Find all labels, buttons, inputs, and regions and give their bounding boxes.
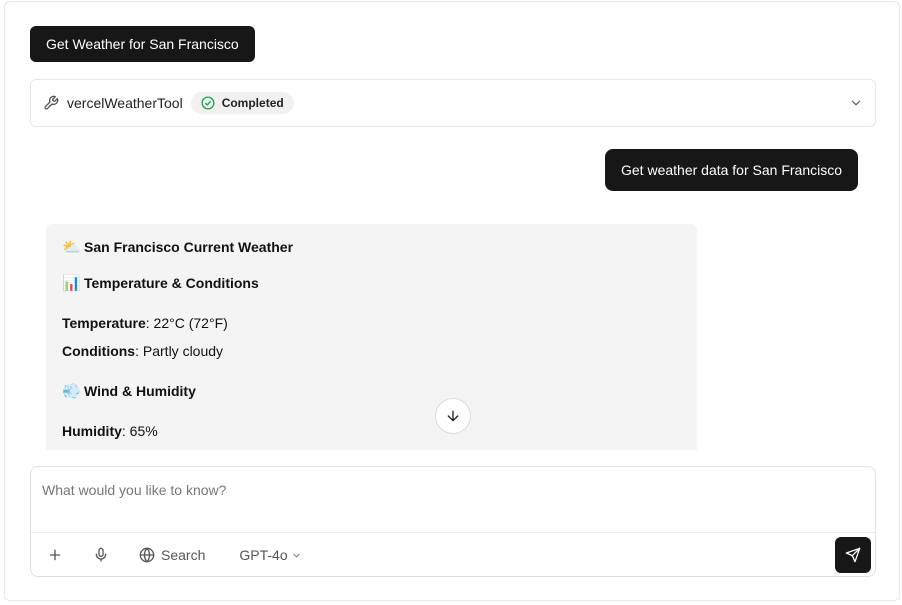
humidity-value: : 65% xyxy=(121,423,158,439)
temperature-row: Temperature: 22°C (72°F) xyxy=(62,314,681,332)
section-wind-heading: 💨 Wind & Humidity xyxy=(62,382,681,400)
section-wind-text: Wind & Humidity xyxy=(84,383,196,399)
chart-emoji: 📊 xyxy=(62,274,81,292)
search-label: Search xyxy=(161,547,206,563)
section-temperature-text: Temperature & Conditions xyxy=(84,275,259,291)
attach-button[interactable] xyxy=(41,539,69,571)
send-icon xyxy=(845,547,861,563)
send-button[interactable] xyxy=(835,537,871,573)
chat-window: Get Weather for San Francisco vercelWeat… xyxy=(4,1,900,601)
assistant-message: ⛅ San Francisco Current Weather 📊 Temper… xyxy=(46,224,697,450)
composer-toolbar: Search GPT-4o xyxy=(31,533,875,576)
status-label: Completed xyxy=(221,96,284,110)
conditions-value: : Partly cloudy xyxy=(135,343,224,359)
search-button[interactable]: Search xyxy=(133,539,211,571)
mic-icon xyxy=(93,547,109,563)
chevron-down-icon xyxy=(291,550,302,561)
globe-icon xyxy=(139,547,155,563)
chevron-down-icon[interactable] xyxy=(849,96,863,110)
temperature-value: : 22°C (72°F) xyxy=(145,315,228,331)
model-select[interactable]: GPT-4o xyxy=(233,539,307,571)
message-composer: Search GPT-4o xyxy=(30,466,876,577)
check-circle-icon xyxy=(201,96,215,110)
scroll-to-bottom-button[interactable] xyxy=(435,398,471,434)
user-message: Get weather data for San Francisco xyxy=(605,149,858,191)
humidity-row: Humidity: 65% xyxy=(62,422,681,440)
model-label: GPT-4o xyxy=(239,547,288,563)
get-weather-button[interactable]: Get Weather for San Francisco xyxy=(30,26,255,62)
humidity-label: Humidity xyxy=(62,423,122,439)
section-temperature-heading: 📊 Temperature & Conditions xyxy=(62,274,681,292)
wind-emoji: 💨 xyxy=(62,382,81,400)
status-badge: Completed xyxy=(190,92,294,114)
weather-title: ⛅ San Francisco Current Weather xyxy=(62,238,681,256)
cloud-sun-emoji: ⛅ xyxy=(62,238,81,256)
conditions-row: Conditions: Partly cloudy xyxy=(62,342,681,360)
tool-name: vercelWeatherTool xyxy=(67,95,183,111)
conditions-label: Conditions xyxy=(62,343,136,359)
temperature-label: Temperature xyxy=(62,315,146,331)
plus-icon xyxy=(47,547,63,563)
voice-button[interactable] xyxy=(87,539,115,571)
message-input[interactable] xyxy=(31,467,875,532)
tool-call-card[interactable]: vercelWeatherTool Completed xyxy=(30,79,876,127)
weather-title-text: San Francisco Current Weather xyxy=(84,239,294,255)
wrench-icon xyxy=(43,95,59,111)
arrow-down-icon xyxy=(445,408,461,424)
